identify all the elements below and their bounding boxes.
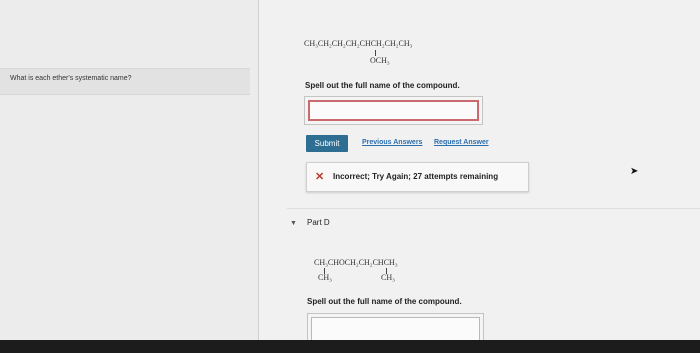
part-d-answer-container (307, 313, 484, 341)
request-answer-link[interactable]: Request Answer (434, 139, 489, 146)
screen-bottom-bezel (0, 340, 700, 353)
left-panel: What is each ether's systematic name? (0, 0, 258, 340)
x-icon: ✕ (315, 171, 325, 183)
submit-button[interactable]: Submit (306, 135, 348, 152)
part-d-answer-input[interactable] (311, 317, 480, 341)
part-d-branch-right: CH₃ (381, 273, 395, 282)
collapse-caret-icon[interactable]: ▼ (290, 220, 297, 227)
feedback-box: ✕ Incorrect; Try Again; 27 attempts rema… (306, 162, 529, 192)
question-row: What is each ether's systematic name? (0, 68, 250, 95)
part-d-branch-left: CH₃ (318, 273, 332, 282)
part-c-formula-branch: OCH₃ (370, 56, 390, 65)
part-c-answer-container (304, 96, 483, 125)
mouse-cursor-icon: ➤ (630, 166, 639, 177)
part-d-formula: CH₃CHOCH₂CH₂CHCH₃ (314, 258, 398, 267)
part-c-formula: CH₃CH₂CH₂CH₂CHCH₂CH₂CH₃ (304, 39, 413, 48)
part-d-prompt: Spell out the full name of the compound. (307, 297, 462, 306)
part-d-label[interactable]: Part D (307, 218, 330, 227)
part-c-answer-input[interactable] (308, 100, 479, 121)
previous-answers-link[interactable]: Previous Answers (362, 139, 422, 146)
part-divider (287, 208, 700, 209)
question-text: What is each ether's systematic name? (10, 75, 132, 82)
feedback-text: Incorrect; Try Again; 27 attempts remain… (333, 172, 499, 181)
part-c-prompt: Spell out the full name of the compound. (305, 81, 460, 90)
